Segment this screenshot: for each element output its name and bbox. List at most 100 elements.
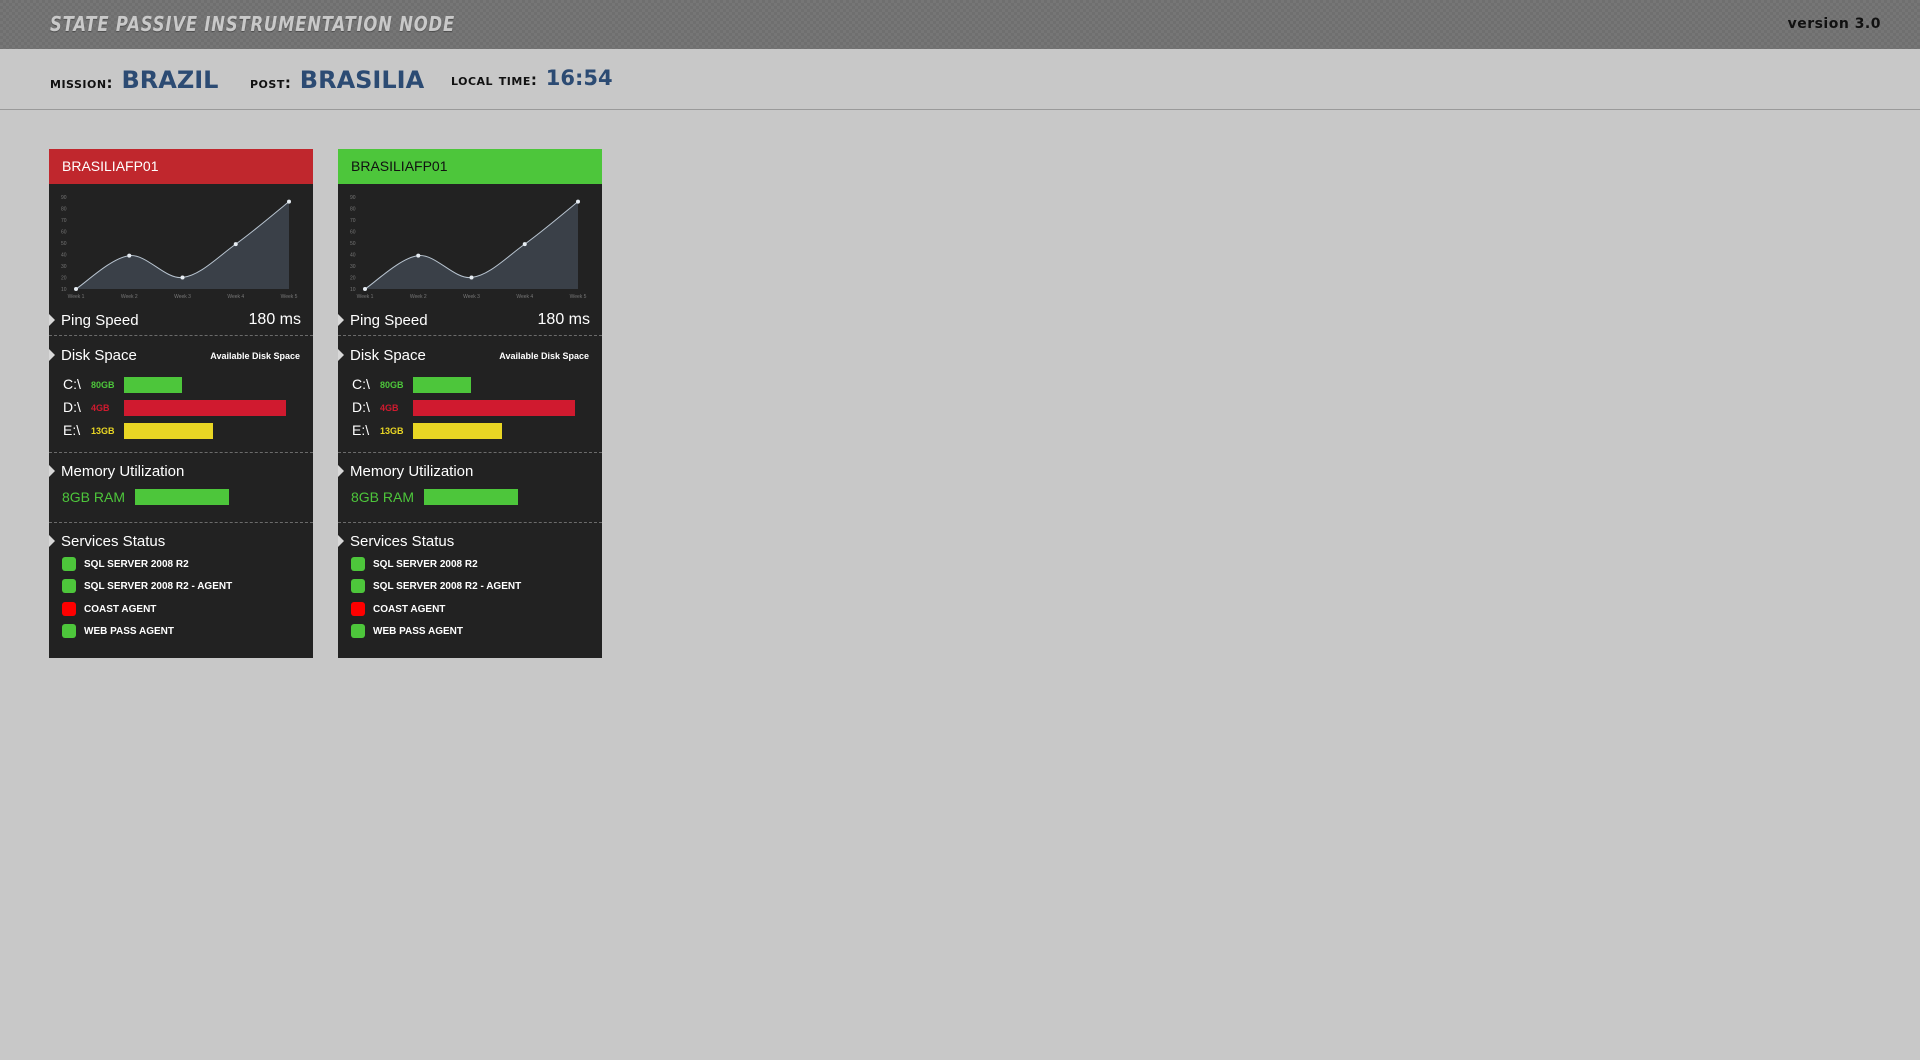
y-tick-label: 70 [61, 218, 67, 224]
x-tick-label: Week 3 [463, 294, 480, 300]
available-disk-space-caption: Available Disk Space [210, 351, 300, 361]
section-arrow-icon [338, 465, 344, 477]
services-status-label: Services Status [350, 533, 455, 550]
drive-size: 13GB [380, 426, 404, 436]
y-tick-label: 10 [61, 287, 67, 293]
x-tick-label: Week 2 [121, 294, 138, 300]
service-name: COAST AGENT [84, 604, 157, 615]
memory-utilization-label: Memory Utilization [350, 463, 474, 480]
memory-value: 8GB RAM [62, 489, 126, 505]
disk-space-label: Disk Space [61, 347, 137, 364]
x-tick-label: Week 3 [174, 294, 191, 300]
service-status-indicator [62, 579, 76, 593]
chart-data-point[interactable] [576, 199, 580, 204]
service-name: COAST AGENT [373, 604, 446, 615]
disk-space-label: Disk Space [350, 347, 426, 364]
x-tick-label: Week 2 [410, 294, 427, 300]
y-tick-label: 60 [350, 230, 356, 236]
drive-size: 4GB [91, 403, 110, 413]
chart-data-point[interactable] [363, 287, 367, 291]
ping-chart: 10 20 30 40 50 60 70 80 90 Week 1 Week 2 Week 3 Week… [61, 195, 298, 300]
y-tick-label: 30 [61, 264, 67, 270]
memory-utilization-label: Memory Utilization [61, 463, 185, 480]
drive-label: D:\ [352, 399, 370, 415]
mission-info: MISSION: BRAZIL [50, 66, 218, 94]
section-divider [338, 452, 602, 453]
mission-label: MISSION: [50, 74, 114, 92]
y-tick-label: 40 [61, 253, 67, 259]
ping-speed-value: 180 ms [248, 311, 301, 328]
local-time-value: 16:54 [545, 66, 613, 90]
local-time-info: LOCAL TIME: 16:54 [451, 66, 613, 90]
y-tick-label: 50 [350, 241, 356, 247]
y-tick-label: 30 [350, 264, 356, 270]
service-name: WEB PASS AGENT [373, 626, 464, 637]
disk-usage-bar [413, 400, 575, 416]
service-status-indicator [62, 602, 76, 616]
service-name: SQL SERVER 2008 R2 [84, 559, 189, 570]
section-arrow-icon [338, 349, 344, 361]
section-arrow-icon [49, 535, 55, 547]
section-arrow-icon [338, 535, 344, 547]
chart-data-point[interactable] [469, 275, 474, 280]
x-tick-label: Week 5 [281, 294, 298, 300]
mission-value: BRAZIL [121, 66, 219, 94]
local-time-label: LOCAL TIME: [451, 71, 538, 89]
chart-data-point[interactable] [74, 287, 78, 291]
ping-speed-value: 180 ms [537, 311, 590, 328]
service-name: SQL SERVER 2008 R2 - AGENT [84, 581, 233, 592]
server-card[interactable]: BRASILIAFP01 10 20 30 40 50 60 70 80 90 Week 1 Week… [49, 149, 313, 658]
section-divider [49, 522, 313, 523]
post-info: POST: BRASILIA [250, 66, 424, 94]
chart-data-point[interactable] [180, 275, 185, 280]
version-label: version 3.0 [1787, 16, 1881, 32]
chart-data-point[interactable] [416, 253, 421, 258]
disk-usage-bar [124, 377, 182, 393]
x-tick-label: Week 5 [570, 294, 587, 300]
section-arrow-icon [49, 465, 55, 477]
drive-size: 80GB [380, 380, 404, 390]
service-status-indicator [62, 557, 76, 571]
y-tick-label: 20 [350, 276, 356, 282]
section-divider [338, 335, 602, 336]
drive-label: E:\ [352, 422, 370, 438]
chart-data-point[interactable] [127, 253, 132, 258]
chart-data-point[interactable] [522, 242, 527, 247]
drive-size: 80GB [91, 380, 115, 390]
y-tick-label: 20 [61, 276, 67, 282]
y-tick-label: 60 [61, 230, 67, 236]
service-name: WEB PASS AGENT [84, 626, 175, 637]
memory-usage-bar [135, 489, 229, 505]
location-info-bar: MISSION: BRAZIL POST: BRASILIA LOCAL TIM… [0, 49, 1920, 110]
memory-value: 8GB RAM [351, 489, 415, 505]
app-title: STATE PASSIVE INSTRUMENTATION NODE [50, 12, 455, 36]
y-tick-label: 50 [61, 241, 67, 247]
section-arrow-icon [338, 314, 344, 326]
disk-usage-bar [413, 377, 471, 393]
memory-usage-bar [424, 489, 518, 505]
section-arrow-icon [49, 349, 55, 361]
drive-label: E:\ [63, 422, 81, 438]
server-name-header[interactable]: BRASILIAFP01 [49, 149, 313, 184]
drive-label: C:\ [63, 376, 81, 392]
y-tick-label: 40 [350, 253, 356, 259]
service-status-indicator [62, 624, 76, 638]
post-value: BRASILIA [299, 66, 425, 94]
drive-size: 13GB [91, 426, 115, 436]
server-card[interactable]: BRASILIAFP01 10 20 30 40 50 60 70 80 90 Week 1 Week… [338, 149, 602, 658]
x-tick-label: Week 1 [68, 294, 85, 300]
chart-data-point[interactable] [233, 242, 238, 247]
section-divider [49, 335, 313, 336]
chart-data-point[interactable] [287, 199, 291, 204]
ping-chart: 10 20 30 40 50 60 70 80 90 Week 1 Week 2 Week 3 Week… [350, 195, 587, 300]
server-name-header[interactable]: BRASILIAFP01 [338, 149, 602, 184]
top-bar: STATE PASSIVE INSTRUMENTATION NODE versi… [0, 0, 1920, 49]
disk-usage-bar [124, 400, 286, 416]
service-name: SQL SERVER 2008 R2 - AGENT [373, 581, 522, 592]
drive-label: D:\ [63, 399, 81, 415]
y-tick-label: 10 [350, 287, 356, 293]
section-divider [49, 452, 313, 453]
service-status-indicator [351, 557, 365, 571]
disk-usage-bar [124, 423, 213, 439]
ping-speed-label: Ping Speed [61, 312, 139, 329]
